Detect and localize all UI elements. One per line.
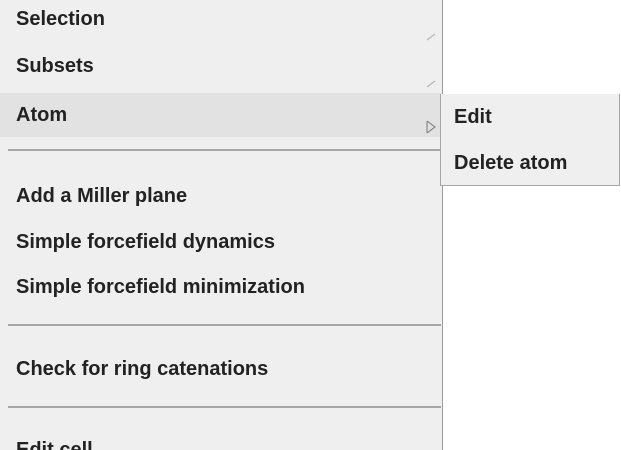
- menu-item-label: Check for ring catenations: [16, 358, 269, 380]
- menu-item-subsets[interactable]: Subsets: [0, 44, 442, 88]
- chevron-right-icon: [425, 61, 437, 88]
- menu-item-add-miller-plane[interactable]: Add a Miller plane: [0, 174, 442, 218]
- menu-item-selection[interactable]: Selection: [0, 0, 442, 41]
- menu-item-atom[interactable]: Atom: [0, 93, 442, 137]
- menu-separator: [8, 324, 441, 326]
- menu-separator: [8, 149, 441, 151]
- menu-item-label: Simple forcefield dynamics: [16, 231, 275, 253]
- menu-item-label: Selection: [16, 8, 105, 30]
- menu-separator: [8, 406, 441, 408]
- screen: Selection Subsets Atom Add a Miller plan…: [0, 0, 621, 450]
- menu-item-label: Atom: [16, 104, 68, 126]
- submenu-item-label: Delete atom: [454, 152, 568, 174]
- menu-item-label: Simple forcefield minimization: [16, 276, 305, 298]
- chevron-right-icon: [425, 14, 437, 41]
- menu-item-simple-forcefield-dynamics[interactable]: Simple forcefield dynamics: [0, 220, 442, 264]
- chevron-right-icon: [425, 106, 437, 134]
- context-menu: Selection Subsets Atom Add a Miller plan…: [0, 0, 443, 450]
- menu-item-label: Edit cell: [16, 439, 93, 450]
- atom-submenu: Edit Delete atom: [440, 94, 620, 186]
- submenu-item-edit[interactable]: Edit: [441, 94, 619, 140]
- menu-item-check-ring-catenations[interactable]: Check for ring catenations: [0, 347, 442, 391]
- menu-item-edit-cell[interactable]: Edit cell: [0, 428, 442, 450]
- menu-item-label: Add a Miller plane: [16, 185, 188, 207]
- submenu-item-label: Edit: [454, 106, 492, 128]
- submenu-item-delete-atom[interactable]: Delete atom: [441, 140, 619, 186]
- menu-item-label: Subsets: [16, 55, 94, 77]
- menu-item-simple-forcefield-minimization[interactable]: Simple forcefield minimization: [0, 265, 442, 309]
